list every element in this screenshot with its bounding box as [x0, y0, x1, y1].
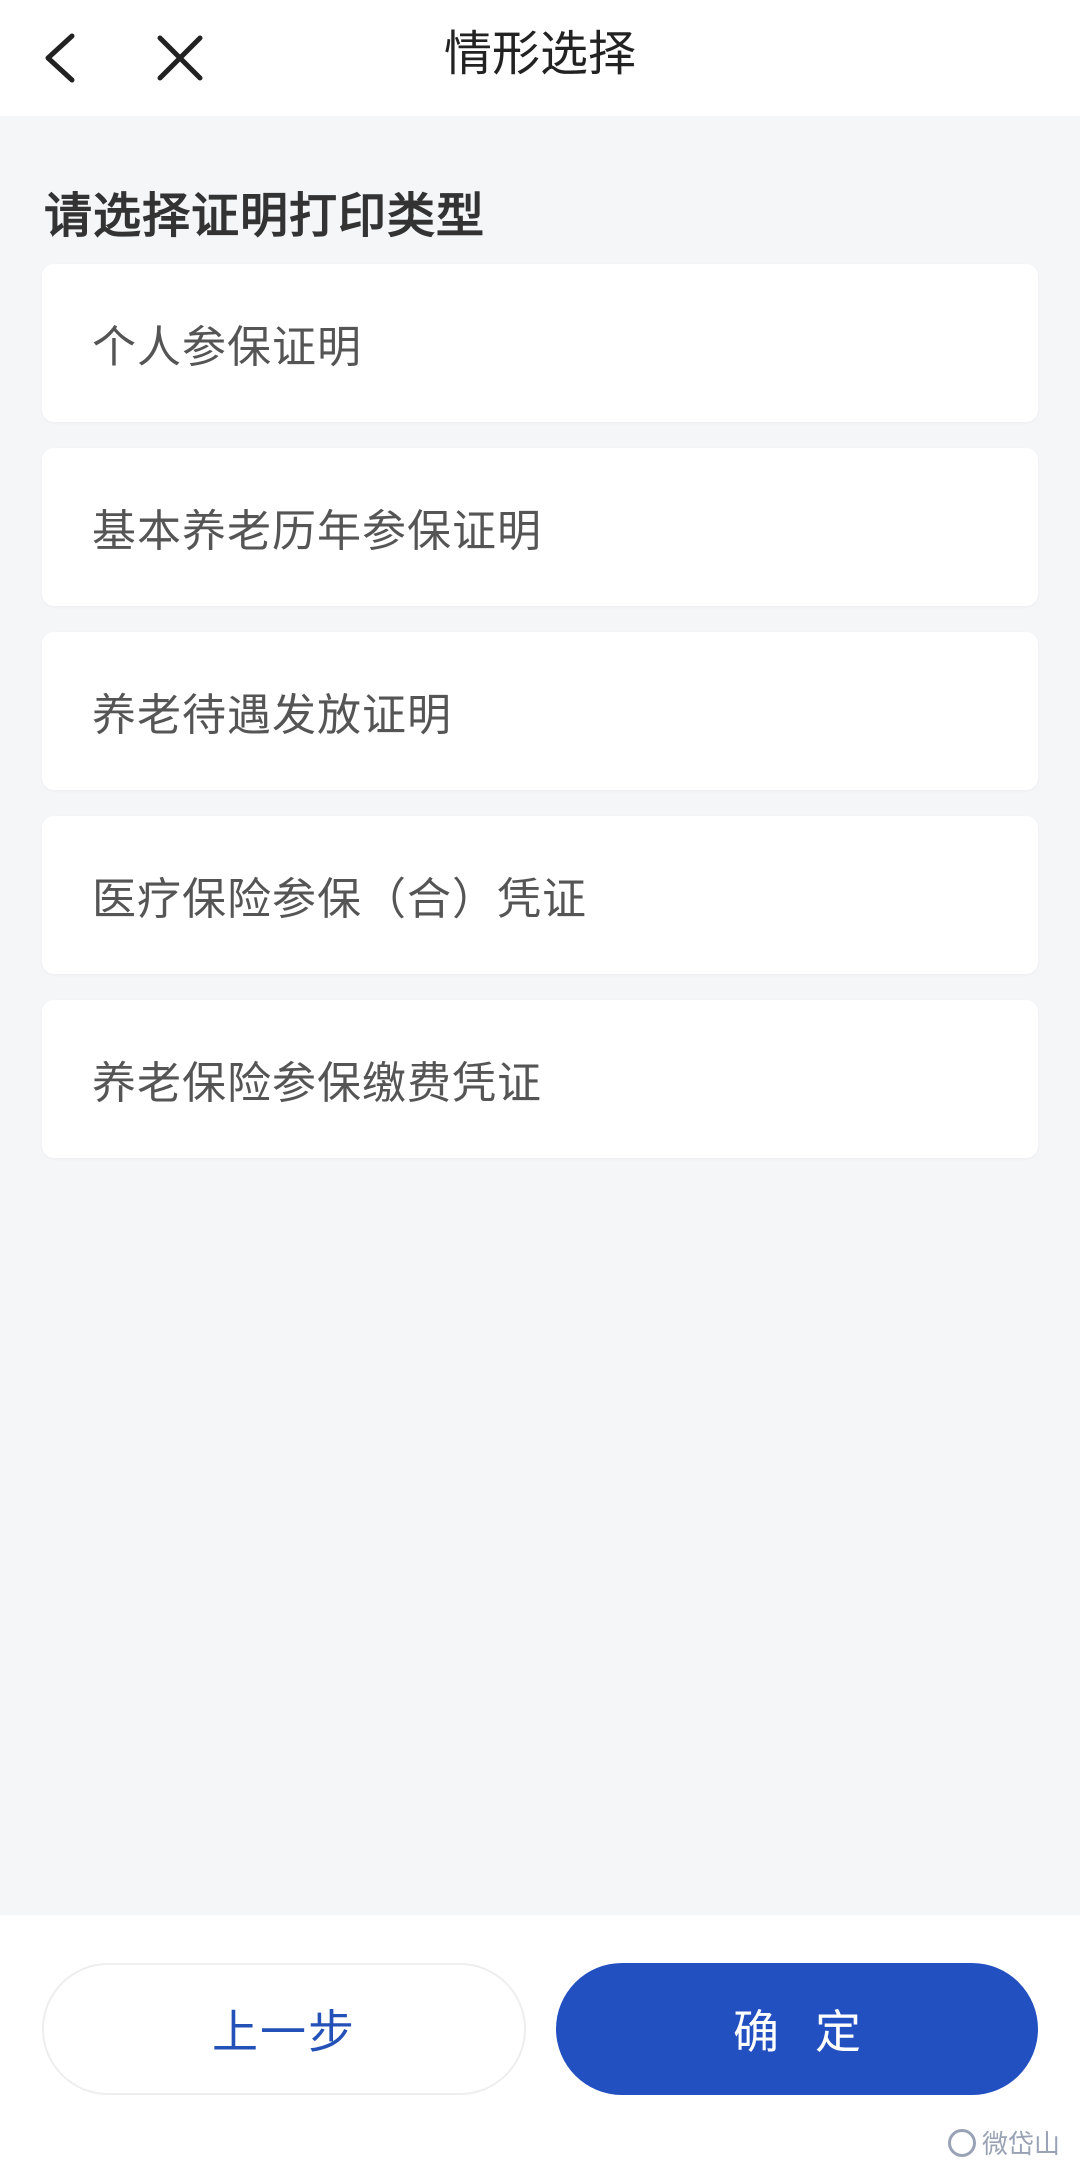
section-title: 请选择证明打印类型 — [44, 188, 486, 244]
close-icon[interactable] — [140, 18, 220, 98]
option-pension-history-certificate[interactable]: 基本养老历年参保证明 — [42, 448, 1038, 606]
confirm-button[interactable]: 确定 — [556, 1963, 1038, 2095]
bottom-action-bar: 上一步 确定 微岱山 — [0, 1915, 1080, 2171]
option-label: 基本养老历年参保证明 — [92, 506, 542, 557]
option-personal-insurance-certificate[interactable]: 个人参保证明 — [42, 264, 1038, 422]
watermark: 微岱山 — [947, 2124, 1060, 2161]
option-medical-insurance-voucher[interactable]: 医疗保险参保（合）凭证 — [42, 816, 1038, 974]
option-list: 个人参保证明 基本养老历年参保证明 养老待遇发放证明 医疗保险参保（合）凭证 养… — [42, 264, 1038, 1184]
option-label: 个人参保证明 — [92, 322, 362, 373]
watermark-text: 微岱山 — [981, 2130, 1060, 2160]
previous-step-button[interactable]: 上一步 — [42, 1963, 526, 2095]
option-label: 养老保险参保缴费凭证 — [92, 1058, 542, 1109]
option-pension-payment-certificate[interactable]: 养老待遇发放证明 — [42, 632, 1038, 790]
option-label: 医疗保险参保（合）凭证 — [92, 874, 587, 925]
option-label: 养老待遇发放证明 — [92, 690, 452, 741]
nav-bar: 情形选择 — [0, 0, 1080, 116]
watermark-logo-icon — [947, 2128, 976, 2157]
chevron-left-icon[interactable] — [20, 18, 100, 98]
option-pension-contribution-voucher[interactable]: 养老保险参保缴费凭证 — [42, 1000, 1038, 1158]
